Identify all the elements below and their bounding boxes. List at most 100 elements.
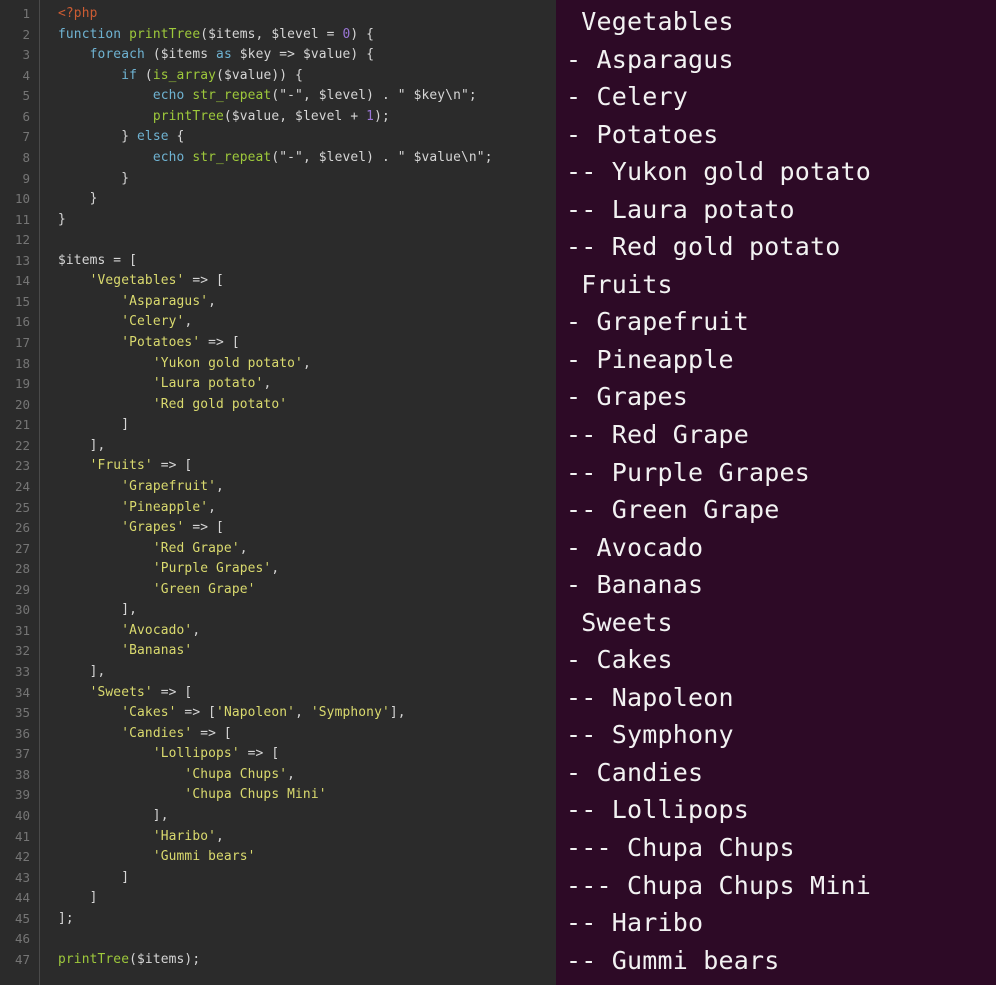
terminal-output-line: - Bananas bbox=[566, 570, 704, 600]
line-number: 30 bbox=[14, 602, 30, 618]
code-line[interactable]: function printTree($items, $level = 0) { bbox=[58, 25, 556, 46]
code-editor-pane[interactable]: 1 2 3 4 5 6 7 8 9 10 11 12 13 14 15 16 17 18 19 20 21 22 23 24 2… bbox=[0, 0, 556, 985]
code-line[interactable]: 'Fruits' => [ bbox=[58, 456, 556, 477]
terminal-output-line: - Grapes bbox=[566, 382, 689, 412]
code-line[interactable]: 'Potatoes' => [ bbox=[58, 333, 556, 354]
code-line[interactable]: 'Red gold potato' bbox=[58, 395, 556, 416]
code-line[interactable]: ] bbox=[58, 888, 556, 909]
terminal-output-line: Fruits bbox=[566, 269, 673, 299]
code-line[interactable]: } bbox=[58, 169, 556, 190]
code-line[interactable]: 'Celery', bbox=[58, 312, 556, 333]
code-line[interactable]: 'Chupa Chups Mini' bbox=[58, 785, 556, 806]
line-number: 32 bbox=[14, 643, 30, 659]
code-line[interactable]: <?php bbox=[58, 4, 556, 25]
code-line[interactable]: } bbox=[58, 210, 556, 231]
terminal-output-line: - Pineapple bbox=[566, 344, 734, 374]
line-number: 22 bbox=[14, 437, 30, 453]
code-line[interactable]: 'Grapes' => [ bbox=[58, 518, 556, 539]
code-line[interactable]: echo str_repeat("-", $level) . " $value\… bbox=[58, 148, 556, 169]
code-line[interactable]: } bbox=[58, 189, 556, 210]
code-line[interactable]: 'Gummi bears' bbox=[58, 847, 556, 868]
code-line[interactable]: 'Yukon gold potato', bbox=[58, 354, 556, 375]
code-line[interactable]: echo str_repeat("-", $level) . " $key\n"… bbox=[58, 86, 556, 107]
line-number: 39 bbox=[14, 787, 30, 803]
code-line[interactable]: ], bbox=[58, 806, 556, 827]
line-number: 18 bbox=[14, 355, 30, 371]
terminal-output-line: - Potatoes bbox=[566, 119, 719, 149]
code-line[interactable]: 'Grapefruit', bbox=[58, 477, 556, 498]
line-number: 27 bbox=[14, 540, 30, 556]
line-number: 1 bbox=[22, 6, 30, 21]
code-line[interactable]: 'Lollipops' => [ bbox=[58, 744, 556, 765]
terminal-output-line: - Avocado bbox=[566, 532, 704, 562]
line-number: 24 bbox=[14, 478, 30, 494]
code-line[interactable]: 'Haribo', bbox=[58, 827, 556, 848]
line-number: 40 bbox=[14, 807, 30, 823]
code-content[interactable]: <?php function printTree($items, $level =… bbox=[40, 0, 556, 985]
code-line[interactable]: 'Cakes' => ['Napoleon', 'Symphony'], bbox=[58, 703, 556, 724]
terminal-output-line: - Asparagus bbox=[566, 44, 734, 74]
code-line[interactable]: 'Vegetables' => [ bbox=[58, 271, 556, 292]
line-number: 11 bbox=[14, 211, 30, 227]
code-line[interactable]: ] bbox=[58, 415, 556, 436]
code-line[interactable]: } else { bbox=[58, 127, 556, 148]
terminal-output-line: -- Green Grape bbox=[566, 495, 780, 525]
code-line[interactable]: ], bbox=[58, 600, 556, 621]
code-line[interactable]: 'Laura potato', bbox=[58, 374, 556, 395]
terminal-output-line: Sweets bbox=[566, 607, 673, 637]
code-line[interactable]: $items = [ bbox=[58, 251, 556, 272]
line-number: 16 bbox=[14, 314, 30, 330]
line-number: 36 bbox=[14, 725, 30, 741]
line-number: 37 bbox=[14, 746, 30, 762]
terminal-output-line: -- Purple Grapes bbox=[566, 457, 811, 487]
line-number: 38 bbox=[14, 766, 30, 782]
terminal-output-line: --- Chupa Chups bbox=[566, 833, 795, 863]
terminal-output-line: -- Napoleon bbox=[566, 682, 734, 712]
terminal-output-line: -- Red gold potato bbox=[566, 232, 841, 262]
terminal-output-line: --- Chupa Chups Mini bbox=[566, 870, 872, 900]
code-line[interactable]: 'Bananas' bbox=[58, 641, 556, 662]
code-line[interactable] bbox=[58, 929, 556, 950]
code-line[interactable]: 'Chupa Chups', bbox=[58, 765, 556, 786]
terminal-output-line: -- Haribo bbox=[566, 908, 704, 938]
line-number: 26 bbox=[14, 520, 30, 536]
code-line[interactable]: 'Purple Grapes', bbox=[58, 559, 556, 580]
code-line[interactable]: 'Sweets' => [ bbox=[58, 683, 556, 704]
line-number: 5 bbox=[22, 88, 30, 104]
line-number: 41 bbox=[14, 828, 30, 844]
line-number: 15 bbox=[14, 293, 30, 309]
line-number: 47 bbox=[14, 951, 30, 967]
code-line[interactable]: 'Asparagus', bbox=[58, 292, 556, 313]
code-line[interactable]: ]; bbox=[58, 909, 556, 930]
terminal-output-line: -- Symphony bbox=[566, 720, 734, 750]
code-line[interactable]: printTree($value, $level + 1); bbox=[58, 107, 556, 128]
code-line[interactable]: 'Red Grape', bbox=[58, 539, 556, 560]
line-number: 8 bbox=[22, 149, 30, 165]
line-number: 3 bbox=[22, 47, 30, 63]
code-line[interactable]: 'Candies' => [ bbox=[58, 724, 556, 745]
code-line[interactable]: ] bbox=[58, 868, 556, 889]
code-line[interactable]: ], bbox=[58, 436, 556, 457]
code-line[interactable]: foreach ($items as $key => $value) { bbox=[58, 45, 556, 66]
line-number: 31 bbox=[14, 622, 30, 638]
terminal-output-line: -- Laura potato bbox=[566, 194, 795, 224]
line-number: 35 bbox=[14, 705, 30, 721]
code-line[interactable]: ], bbox=[58, 662, 556, 683]
line-number: 25 bbox=[14, 499, 30, 515]
line-number: 7 bbox=[22, 129, 30, 145]
code-line[interactable]: 'Green Grape' bbox=[58, 580, 556, 601]
line-number: 19 bbox=[14, 376, 30, 392]
terminal-output-line: - Celery bbox=[566, 82, 689, 112]
code-line[interactable]: 'Pineapple', bbox=[58, 498, 556, 519]
line-number: 17 bbox=[14, 335, 30, 350]
code-line[interactable]: 'Avocado', bbox=[58, 621, 556, 642]
line-number: 45 bbox=[14, 910, 30, 926]
code-line[interactable] bbox=[58, 230, 556, 251]
line-number: 33 bbox=[14, 664, 30, 679]
terminal-output-pane[interactable]: Vegetables - Asparagus - Celery - Potatoes -… bbox=[556, 0, 996, 985]
line-number: 43 bbox=[14, 869, 30, 885]
code-line[interactable]: if (is_array($value)) { bbox=[58, 66, 556, 87]
line-number: 4 bbox=[22, 67, 30, 83]
code-line[interactable]: printTree($items); bbox=[58, 950, 556, 971]
line-number: 10 bbox=[14, 191, 30, 207]
